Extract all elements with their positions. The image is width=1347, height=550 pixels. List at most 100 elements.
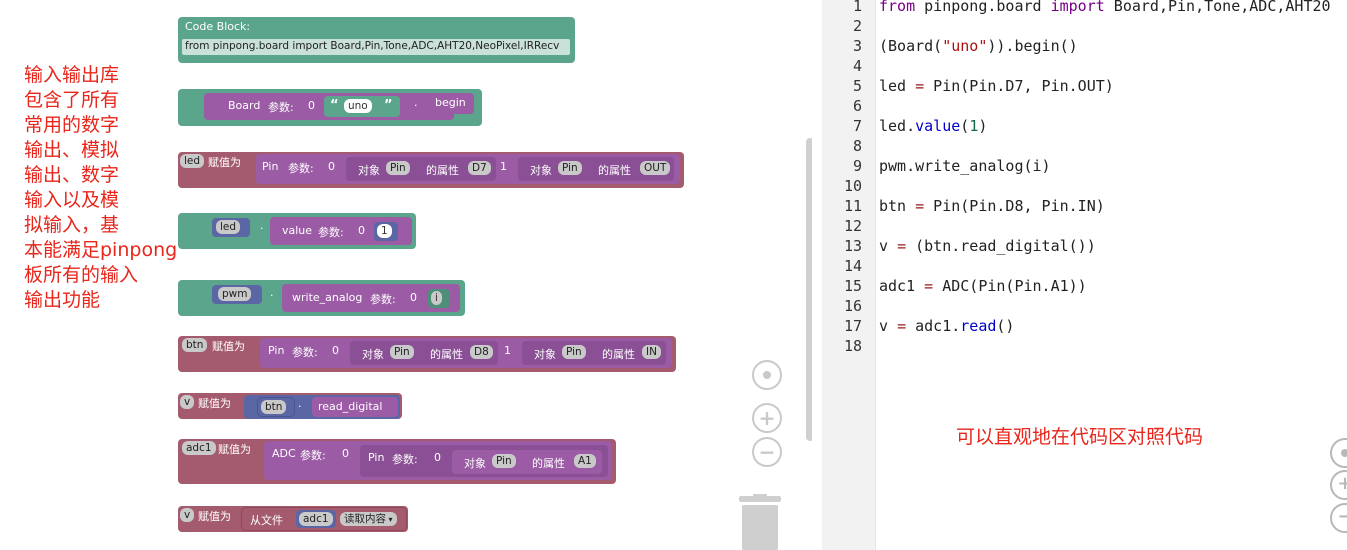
adc1-var-block[interactable]: adc1	[296, 510, 336, 528]
value-method-label: value	[282, 224, 313, 237]
code-line[interactable]: 1 from pinpong.board import Board,Pin,Ton…	[822, 0, 1347, 16]
param-index-1: 1	[504, 344, 511, 357]
line-code: led.value(1)	[879, 117, 988, 135]
pin-attr-block-2[interactable]: 对象 Pin 的属性 IN	[522, 341, 666, 365]
trash-icon[interactable]	[738, 494, 782, 550]
btn-assign-block[interactable]: btn 赋值为 Pin 参数: 0 对象 Pin 的属性 D8 1 对象 Pin…	[178, 336, 676, 372]
attribute-a1[interactable]: A1	[574, 454, 596, 468]
code-block-input[interactable]: from pinpong.board import Board,Pin,Tone…	[182, 39, 570, 55]
variable-i-block[interactable]: i	[428, 289, 450, 308]
led-assign-block[interactable]: led 赋值为 Pin 参数: 0 对象 Pin 的属性 D7 1 对象 Pin…	[178, 152, 684, 188]
read-content-dropdown[interactable]: 读取内容 ▾	[340, 512, 397, 526]
zoom-out-icon[interactable]: −	[752, 437, 782, 467]
adc1-var-pill[interactable]: adc1	[299, 512, 333, 526]
attribute-in[interactable]: IN	[642, 345, 661, 359]
code-line[interactable]: 13 v = (btn.read_digital())	[822, 236, 1347, 256]
pin-label: Pin	[262, 160, 279, 173]
code-line[interactable]: 9 pwm.write_analog(i)	[822, 156, 1347, 176]
board-param-index: 0	[308, 99, 315, 112]
board-string-value[interactable]: uno	[344, 99, 372, 113]
adc-label: ADC	[272, 447, 296, 460]
zoom-in-icon[interactable]: +	[752, 403, 782, 433]
read-digital-method[interactable]: read_digital	[312, 397, 398, 417]
param-index: 0	[358, 224, 365, 237]
param-index: 0	[342, 447, 349, 460]
params-label: 参数:	[318, 226, 344, 239]
line-number: 14	[843, 257, 862, 275]
attribute-d7[interactable]: D7	[468, 161, 491, 175]
board-constructor[interactable]: Board 参数: 0 “ uno ” ·	[204, 93, 454, 120]
adc-assign-block[interactable]: adc1 赋值为 ADC 参数: 0 Pin 参数: 0 对象 Pin 的属性 …	[178, 439, 616, 484]
pwm-var-block[interactable]: pwm	[212, 285, 262, 304]
variable-i[interactable]: i	[431, 291, 442, 305]
v-read-digital-block[interactable]: v 赋值为 btn · read_digital	[178, 393, 402, 419]
code-line[interactable]: 6	[822, 96, 1347, 116]
board-string-block[interactable]: “ uno ”	[324, 96, 400, 117]
number-value[interactable]: 1	[377, 224, 392, 238]
block-workspace[interactable]: 输入输出库 包含了所有 常用的数字 输出、模拟 输出、数字 输入以及模 拟输入，…	[0, 0, 812, 550]
btn-var-block[interactable]: btn	[258, 398, 294, 416]
center-icon[interactable]	[752, 360, 782, 390]
code-line[interactable]: 3 (Board("uno")).begin()	[822, 36, 1347, 56]
adc-constructor[interactable]: ADC 参数: 0 Pin 参数: 0 对象 Pin 的属性 A1	[264, 441, 612, 480]
code-line[interactable]: 16	[822, 296, 1347, 316]
code-line[interactable]: 8	[822, 136, 1347, 156]
led-pin-constructor[interactable]: Pin 参数: 0 对象 Pin 的属性 D7 1 对象 Pin 的属性 OUT	[256, 154, 680, 184]
pwm-var-pill[interactable]: pwm	[218, 287, 252, 301]
read-digital-expr[interactable]: btn · read_digital	[244, 395, 400, 419]
workspace-scrollbar[interactable]	[806, 138, 812, 441]
object-pin[interactable]: Pin	[390, 345, 414, 359]
code-line[interactable]: 7 led.value(1)	[822, 116, 1347, 136]
object-pin-2[interactable]: Pin	[562, 345, 586, 359]
line-number: 16	[843, 297, 862, 315]
line-number: 11	[843, 197, 862, 215]
adc1-var[interactable]: adc1	[182, 441, 216, 455]
board-method-block[interactable]: begin	[426, 93, 474, 114]
led-var[interactable]: led	[180, 154, 205, 168]
v-var[interactable]: v	[180, 508, 195, 522]
led-var-block[interactable]: led	[212, 218, 250, 237]
code-line[interactable]: 10	[822, 176, 1347, 196]
board-begin-block[interactable]: Board 参数: 0 “ uno ” · begin	[178, 89, 482, 126]
file-read-block[interactable]: 从文件 adc1 读取内容 ▾	[242, 508, 406, 530]
line-number: 15	[843, 277, 862, 295]
number-block[interactable]: 1	[374, 222, 398, 241]
value-method-block[interactable]: value 参数: 0 1	[270, 217, 412, 245]
pin-attr-block[interactable]: 对象 Pin 的属性 A1	[452, 450, 602, 474]
code-line[interactable]: 12	[822, 216, 1347, 236]
code-line[interactable]: 5 led = Pin(Pin.D7, Pin.OUT)	[822, 76, 1347, 96]
code-line[interactable]: 11 btn = Pin(Pin.D8, Pin.IN)	[822, 196, 1347, 216]
inner-pin-constructor[interactable]: Pin 参数: 0 对象 Pin 的属性 A1	[360, 445, 608, 477]
v-var[interactable]: v	[180, 395, 195, 409]
param-index-0: 0	[328, 160, 335, 173]
code-block[interactable]: Code Block: from pinpong.board import Bo…	[178, 17, 575, 63]
write-analog-method-block[interactable]: write_analog 参数: 0 i	[282, 284, 460, 312]
led-var-pill[interactable]: led	[216, 220, 241, 234]
led-value-block[interactable]: led · value 参数: 0 1	[178, 213, 416, 249]
code-line[interactable]: 2	[822, 16, 1347, 36]
pin-attr-block-1[interactable]: 对象 Pin 的属性 D7	[346, 157, 496, 181]
pin-attr-block-1[interactable]: 对象 Pin 的属性 D8	[350, 341, 498, 365]
line-number: 1	[852, 0, 862, 15]
btn-var[interactable]: btn	[182, 338, 208, 352]
code-line[interactable]: 15 adc1 = ADC(Pin(Pin.A1))	[822, 276, 1347, 296]
code-block-code: from pinpong.board import Board,Pin,Tone…	[185, 40, 560, 52]
code-line[interactable]: 17 v = adc1.read()	[822, 316, 1347, 336]
code-line[interactable]: 14	[822, 256, 1347, 276]
attribute-label: 的属性	[426, 164, 459, 177]
pwm-write-block[interactable]: pwm · write_analog 参数: 0 i	[178, 280, 465, 316]
pin-attr-block-2[interactable]: 对象 Pin 的属性 OUT	[518, 157, 674, 181]
code-line[interactable]: 18	[822, 336, 1347, 356]
code-line[interactable]: 4	[822, 56, 1347, 76]
attribute-out[interactable]: OUT	[640, 161, 671, 175]
object-pin[interactable]: Pin	[386, 161, 410, 175]
btn-var-pill[interactable]: btn	[261, 400, 287, 414]
attribute-label-2: 的属性	[598, 164, 631, 177]
object-pin[interactable]: Pin	[492, 454, 516, 468]
btn-pin-constructor[interactable]: Pin 参数: 0 对象 Pin 的属性 D8 1 对象 Pin 的属性 IN	[260, 338, 672, 368]
code-editor[interactable]: 1 from pinpong.board import Board,Pin,Ton…	[822, 0, 1347, 550]
v-adc-read-block[interactable]: v 赋值为 从文件 adc1 读取内容 ▾	[178, 506, 408, 532]
attribute-d8[interactable]: D8	[470, 345, 493, 359]
object-pin-2[interactable]: Pin	[558, 161, 582, 175]
line-number: 6	[852, 97, 862, 115]
